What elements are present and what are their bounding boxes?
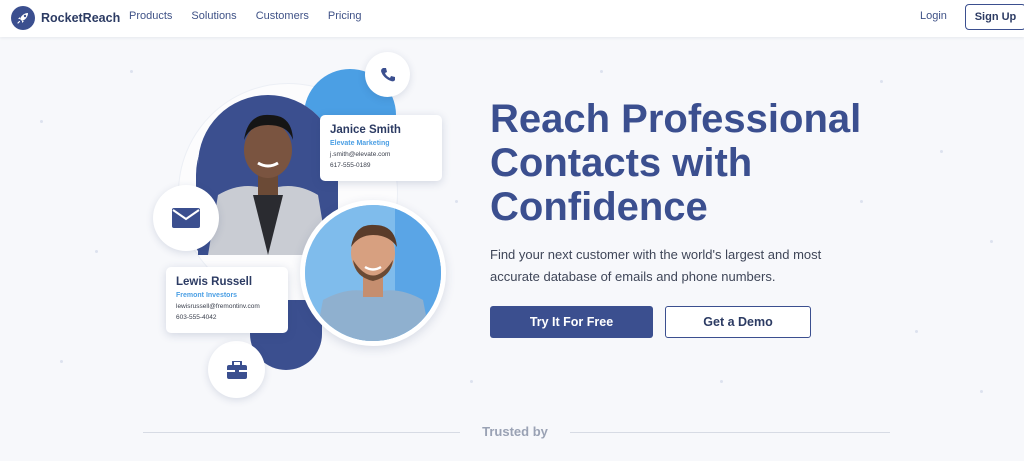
- divider: [570, 432, 890, 433]
- main-nav: Products Solutions Customers Pricing: [129, 10, 381, 22]
- login-link[interactable]: Login: [920, 10, 947, 22]
- briefcase-icon: [208, 341, 265, 398]
- email-icon: [153, 185, 219, 251]
- nav-item-solutions[interactable]: Solutions: [191, 10, 236, 22]
- hero-subtitle: Find your next customer with the world's…: [490, 247, 822, 284]
- contact-company: Fremont Investors: [176, 292, 238, 299]
- contact-email: j.smith@elevate.com: [330, 151, 391, 158]
- nav-item-products[interactable]: Products: [129, 10, 172, 22]
- hero-title: Reach Professional Contacts with Confide…: [490, 97, 862, 229]
- contact-phone: 617-555-0189: [330, 162, 371, 169]
- contact-card-lewis: Lewis Russell Fremont Investors lewisrus…: [166, 267, 288, 333]
- try-free-button[interactable]: Try It For Free: [490, 306, 653, 338]
- nav-item-pricing[interactable]: Pricing: [328, 10, 362, 22]
- signup-button[interactable]: Sign Up: [965, 4, 1024, 30]
- contact-company: Elevate Marketing: [330, 140, 390, 147]
- contact-card-janice: Janice Smith Elevate Marketing j.smith@e…: [320, 115, 442, 181]
- contact-photo-man: [300, 200, 446, 346]
- nav-item-customers[interactable]: Customers: [256, 10, 309, 22]
- contact-name: Lewis Russell: [176, 276, 253, 288]
- site-header: RocketReach Products Solutions Customers…: [0, 0, 1024, 37]
- phone-icon: [365, 52, 410, 97]
- get-demo-button[interactable]: Get a Demo: [665, 306, 811, 338]
- contact-name: Janice Smith: [330, 124, 401, 136]
- logo[interactable]: RocketReach: [11, 6, 120, 30]
- divider: [143, 432, 460, 433]
- rocket-icon: [11, 6, 35, 30]
- contact-email: lewisrussell@fremontinv.com: [176, 303, 260, 310]
- contact-phone: 603-555-4042: [176, 314, 217, 321]
- brand-name: RocketReach: [41, 11, 121, 25]
- trusted-by-heading: Trusted by: [482, 424, 548, 439]
